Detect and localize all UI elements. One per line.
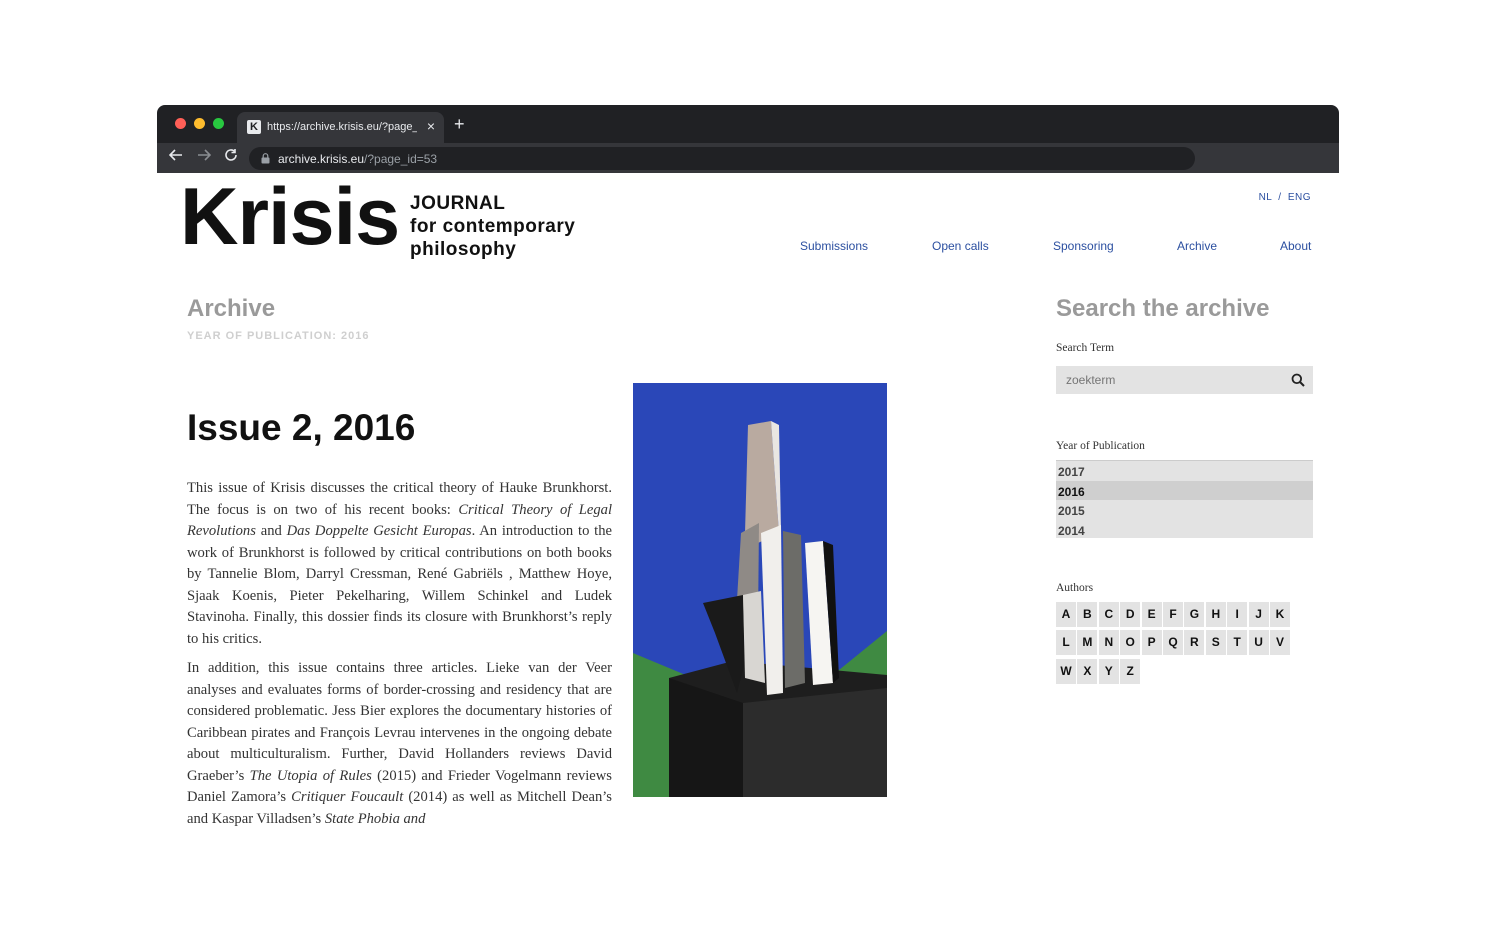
back-arrow-icon[interactable] <box>168 148 183 167</box>
krisis-favicon-icon: K <box>247 120 261 134</box>
page-subtitle: YEAR OF PUBLICATION: 2016 <box>187 330 370 342</box>
lang-separator: / <box>1278 192 1282 203</box>
url-host: archive.krisis.eu <box>278 152 365 166</box>
text-run: and <box>255 523 287 539</box>
nav-sponsoring[interactable]: Sponsoring <box>1053 239 1114 253</box>
book-title: Critiquer Foucault <box>291 789 404 805</box>
author-letter-button[interactable]: S <box>1205 630 1226 656</box>
author-letter-button[interactable]: P <box>1141 630 1162 656</box>
year-select[interactable]: 2017 2016 2015 2014 <box>1056 460 1313 538</box>
close-icon[interactable]: × <box>427 118 435 134</box>
browser-tab-strip: K https://archive.krisis.eu/?page_ × + <box>157 105 1339 143</box>
minimize-window-button[interactable] <box>194 118 205 129</box>
browser-tab[interactable]: K https://archive.krisis.eu/?page_ × <box>237 112 444 143</box>
author-letter-button[interactable]: D <box>1120 602 1141 627</box>
year-option-selected[interactable]: 2016 <box>1056 480 1313 500</box>
lang-nl-link[interactable]: NL <box>1259 192 1272 203</box>
author-letter-button[interactable]: J <box>1248 602 1269 627</box>
plus-icon[interactable]: + <box>454 114 465 135</box>
authors-label: Authors <box>1056 582 1094 594</box>
book-title: State Phobia and <box>324 810 426 827</box>
reload-icon[interactable] <box>224 148 238 167</box>
author-letter-button[interactable]: L <box>1056 630 1076 656</box>
author-letter-button[interactable]: H <box>1205 602 1226 627</box>
url-text: archive.krisis.eu/?page_id=53 <box>278 152 437 166</box>
language-switch: NL / ENG <box>1259 192 1311 203</box>
text-run: . An introduction to the work of Brunkho… <box>187 523 613 647</box>
search-icon[interactable] <box>1291 373 1305 387</box>
browser-toolbar: archive.krisis.eu/?page_id=53 <box>157 143 1339 173</box>
tagline-line: JOURNAL <box>410 193 506 214</box>
book-title: Das Doppelte Gesicht Europas <box>286 523 472 539</box>
web-page: Krisis JOURNAL for contemporary philosop… <box>157 173 1339 828</box>
author-letter-button[interactable]: Y <box>1098 658 1119 684</box>
year-option[interactable]: 2017 <box>1056 461 1313 481</box>
tagline-line: philosophy <box>410 239 517 260</box>
browser-window: K https://archive.krisis.eu/?page_ × + a… <box>157 105 1339 828</box>
page-title: Archive <box>187 295 276 322</box>
nav-open-calls[interactable]: Open calls <box>932 239 989 253</box>
issue-description: This issue of Krisis discusses the criti… <box>187 478 612 828</box>
book-title: The Utopia of Rules <box>249 767 372 784</box>
sidebar-title: Search the archive <box>1056 295 1270 322</box>
year-option[interactable]: 2015 <box>1056 500 1313 520</box>
maximize-window-button[interactable] <box>213 118 224 129</box>
author-letter-button[interactable]: T <box>1227 630 1248 656</box>
year-option[interactable]: 2014 <box>1056 520 1313 539</box>
window-controls <box>175 118 224 129</box>
close-window-button[interactable] <box>175 118 186 129</box>
paragraph: This issue of Krisis discusses the criti… <box>187 478 612 650</box>
author-letter-button[interactable]: I <box>1227 602 1248 627</box>
search-input[interactable] <box>1056 366 1301 394</box>
lang-eng-link[interactable]: ENG <box>1288 192 1311 203</box>
search-box <box>1056 366 1313 394</box>
author-letter-button[interactable]: W <box>1056 658 1076 684</box>
author-letter-button[interactable]: K <box>1270 602 1290 627</box>
search-term-label: Search Term <box>1056 342 1115 354</box>
url-path: /?page_id=53 <box>364 152 438 166</box>
nav-archive[interactable]: Archive <box>1177 239 1217 253</box>
author-letter-button[interactable]: C <box>1098 602 1119 627</box>
author-letter-button[interactable]: X <box>1077 658 1098 684</box>
lock-icon <box>261 153 270 164</box>
address-bar[interactable]: archive.krisis.eu/?page_id=53 <box>249 147 1195 170</box>
author-letter-button[interactable]: N <box>1098 630 1119 656</box>
nav-submissions[interactable]: Submissions <box>800 239 868 253</box>
issue-title: Issue 2, 2016 <box>187 407 416 448</box>
author-letter-button[interactable]: E <box>1141 602 1162 627</box>
logo-tagline: JOURNAL for contemporary philosophy <box>410 192 610 261</box>
author-letter-button[interactable]: F <box>1163 602 1183 627</box>
author-letter-button[interactable]: G <box>1184 602 1205 627</box>
author-letter-button[interactable]: M <box>1077 630 1098 656</box>
year-label: Year of Publication <box>1056 440 1145 452</box>
author-letter-button[interactable]: B <box>1077 602 1098 627</box>
text-run: In addition, this issue contains three a… <box>187 660 612 784</box>
forward-arrow-icon[interactable] <box>197 148 212 167</box>
author-letter-button[interactable]: V <box>1270 630 1290 656</box>
tab-title: https://archive.krisis.eu/?page_ <box>267 121 417 133</box>
paragraph: In addition, this issue contains three a… <box>187 658 612 828</box>
author-letter-button[interactable]: R <box>1184 630 1205 656</box>
author-letter-button[interactable]: U <box>1248 630 1269 656</box>
author-letter-button[interactable]: Z <box>1120 658 1141 684</box>
author-letter-button[interactable]: A <box>1056 602 1076 627</box>
author-letter-button[interactable]: O <box>1120 630 1141 656</box>
tagline-line: for contemporary <box>410 216 576 237</box>
author-letter-button[interactable]: Q <box>1163 630 1183 656</box>
logo-wordmark: Krisis <box>180 173 400 262</box>
issue-cover-image[interactable] <box>633 383 887 797</box>
nav-about[interactable]: About <box>1280 239 1311 253</box>
